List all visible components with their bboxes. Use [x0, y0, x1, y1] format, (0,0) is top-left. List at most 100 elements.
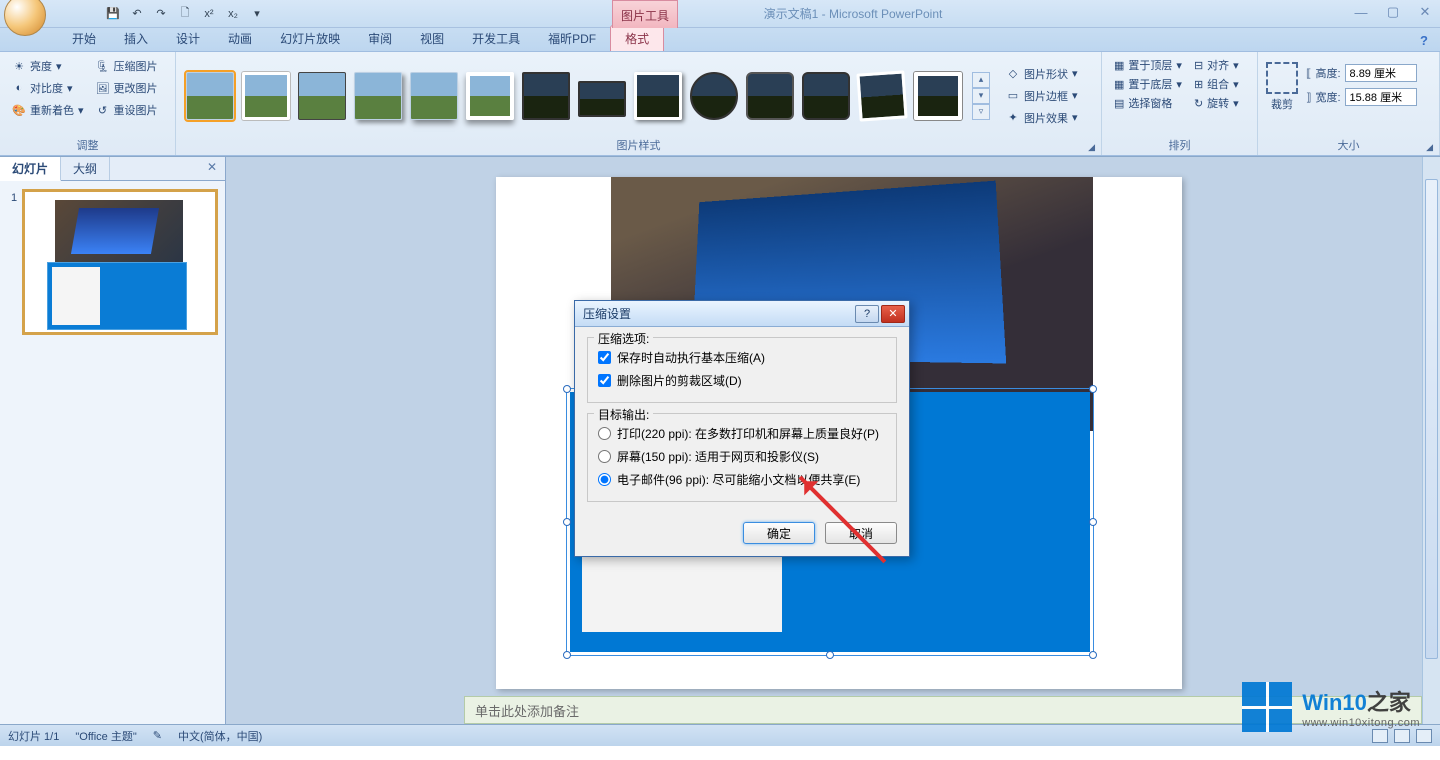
group-button[interactable]: ⊞组合 ▾: [1190, 75, 1243, 93]
picture-style-3[interactable]: [298, 72, 346, 120]
target-output-group: 目标输出: 打印(220 ppi): 在多数打印机和屏幕上质量良好(P) 屏幕(…: [587, 413, 897, 502]
picture-style-7[interactable]: [522, 72, 570, 120]
resize-handle-se[interactable]: [1089, 651, 1097, 659]
group-adjust: ☀亮度 ▾ ◐对比度 ▾ 🎨重新着色 ▾ 🗜压缩图片 🖼更改图片 ↺重设图片 调…: [0, 52, 176, 155]
tab-insert[interactable]: 插入: [110, 26, 162, 51]
picture-style-9[interactable]: [634, 72, 682, 120]
status-language[interactable]: 中文(简体，中国): [178, 728, 262, 744]
picture-style-11[interactable]: [746, 72, 794, 120]
group-arrange-label: 排列: [1110, 135, 1249, 153]
qat-undo[interactable]: ↶: [128, 5, 146, 23]
picture-style-10[interactable]: [690, 72, 738, 120]
ribbon-tabs: 开始 插入 设计 动画 幻灯片放映 审阅 视图 开发工具 福昕PDF 格式 ?: [0, 28, 1440, 52]
crop-button[interactable]: 裁剪: [1266, 62, 1298, 112]
picture-style-14[interactable]: [914, 72, 962, 120]
picture-style-5[interactable]: [410, 72, 458, 120]
height-label: 高度:: [1315, 65, 1340, 81]
screen-radio[interactable]: 屏幕(150 ppi): 适用于网页和投影仪(S): [598, 445, 886, 468]
picture-style-4[interactable]: [354, 72, 402, 120]
email-radio[interactable]: 电子邮件(96 ppi): 尽可能缩小文档以便共享(E): [598, 468, 886, 491]
slides-panel: 幻灯片 大纲 ✕ 1: [0, 157, 226, 724]
height-input[interactable]: [1345, 64, 1417, 82]
bring-to-front-button[interactable]: ▦置于顶层 ▾: [1110, 56, 1186, 74]
width-input[interactable]: [1345, 88, 1417, 106]
resize-handle-w[interactable]: [563, 518, 571, 526]
vertical-scrollbar[interactable]: [1422, 157, 1440, 724]
group-adjust-label: 调整: [8, 135, 167, 153]
panel-tabs: 幻灯片 大纲 ✕: [0, 157, 225, 181]
width-label: 宽度:: [1315, 89, 1340, 105]
reset-picture-button[interactable]: ↺重设图片: [92, 100, 162, 120]
delete-crop-checkbox[interactable]: 删除图片的剪裁区域(D): [598, 369, 886, 392]
size-launcher-icon[interactable]: ◢: [1426, 142, 1433, 153]
slide-thumbnail-1[interactable]: 1: [22, 189, 218, 335]
tab-view[interactable]: 视图: [406, 26, 458, 51]
picture-shape-button[interactable]: ◇图片形状 ▾: [1002, 64, 1082, 84]
change-picture-button[interactable]: 🖼更改图片: [92, 78, 162, 98]
picture-style-1[interactable]: [186, 72, 234, 120]
picture-style-12[interactable]: [802, 72, 850, 120]
tab-animation[interactable]: 动画: [214, 26, 266, 51]
panel-close-icon[interactable]: ✕: [199, 157, 225, 180]
resize-handle-e[interactable]: [1089, 518, 1097, 526]
picture-effects-button[interactable]: ✦图片效果 ▾: [1002, 108, 1082, 128]
help-icon[interactable]: ?: [1420, 33, 1428, 51]
tab-developer[interactable]: 开发工具: [458, 26, 534, 51]
compress-picture-button[interactable]: 🗜压缩图片: [92, 56, 162, 76]
styles-launcher-icon[interactable]: ◢: [1088, 142, 1095, 153]
compress-settings-dialog: 压缩设置 ? ✕ 压缩选项: 保存时自动执行基本压缩(A) 删除图片的剪裁区域(…: [574, 300, 910, 557]
rotate-button[interactable]: ↻旋转 ▾: [1190, 94, 1243, 112]
picture-style-8[interactable]: [578, 81, 626, 117]
resize-handle-ne[interactable]: [1089, 385, 1097, 393]
picture-style-6[interactable]: [466, 72, 514, 120]
crop-icon: [1266, 62, 1298, 94]
tab-format[interactable]: 格式: [610, 25, 664, 51]
qat-subscript[interactable]: x₂: [224, 5, 242, 23]
picture-style-13[interactable]: [856, 70, 907, 121]
maximize-button[interactable]: ▢: [1382, 4, 1404, 20]
print-radio[interactable]: 打印(220 ppi): 在多数打印机和屏幕上质量良好(P): [598, 422, 886, 445]
selection-pane-button[interactable]: ▤选择窗格: [1110, 94, 1186, 112]
compress-options-group: 压缩选项: 保存时自动执行基本压缩(A) 删除图片的剪裁区域(D): [587, 337, 897, 403]
styles-gallery-scroll[interactable]: ▴▾▿: [972, 72, 990, 120]
watermark-logo-icon: [1242, 682, 1292, 732]
resize-handle-sw[interactable]: [563, 651, 571, 659]
send-to-back-button[interactable]: ▦置于底层 ▾: [1110, 75, 1186, 93]
resize-handle-nw[interactable]: [563, 385, 571, 393]
ok-button[interactable]: 确定: [743, 522, 815, 544]
status-slide-count: 幻灯片 1/1: [8, 728, 59, 744]
qat-redo[interactable]: ↷: [152, 5, 170, 23]
tab-foxit-pdf[interactable]: 福昕PDF: [534, 26, 610, 51]
dialog-close-button[interactable]: ✕: [881, 305, 905, 323]
minimize-button[interactable]: —: [1350, 4, 1372, 20]
tab-review[interactable]: 审阅: [354, 26, 406, 51]
tab-slideshow[interactable]: 幻灯片放映: [266, 26, 354, 51]
dialog-titlebar[interactable]: 压缩设置 ? ✕: [575, 301, 909, 327]
titlebar: 💾 ↶ ↷ 🗋 x² x₂ ▾ 演示文稿1 - Microsoft PowerP…: [0, 0, 1440, 28]
qat-more[interactable]: ▾: [248, 5, 266, 23]
tab-outline[interactable]: 大纲: [61, 157, 110, 180]
qat-new[interactable]: 🗋: [176, 5, 194, 23]
qat-save[interactable]: 💾: [104, 5, 122, 23]
tab-design[interactable]: 设计: [162, 26, 214, 51]
close-button[interactable]: ✕: [1414, 4, 1436, 20]
align-button[interactable]: ⊟对齐 ▾: [1190, 56, 1243, 74]
tab-slides[interactable]: 幻灯片: [0, 157, 61, 181]
recolor-button[interactable]: 🎨重新着色 ▾: [8, 100, 88, 120]
target-output-legend: 目标输出:: [594, 406, 653, 423]
picture-border-button[interactable]: ▭图片边框 ▾: [1002, 86, 1082, 106]
tab-home[interactable]: 开始: [58, 26, 110, 51]
auto-compress-checkbox[interactable]: 保存时自动执行基本压缩(A): [598, 346, 886, 369]
resize-handle-s[interactable]: [826, 651, 834, 659]
quick-access-toolbar: 💾 ↶ ↷ 🗋 x² x₂ ▾: [104, 5, 266, 23]
qat-superscript[interactable]: x²: [200, 5, 218, 23]
dialog-help-button[interactable]: ?: [855, 305, 879, 323]
picture-style-2[interactable]: [242, 72, 290, 120]
window-controls: — ▢ ✕: [1350, 4, 1436, 20]
group-styles-label: 图片样式◢: [184, 135, 1093, 153]
contrast-button[interactable]: ◐对比度 ▾: [8, 78, 88, 98]
brightness-button[interactable]: ☀亮度 ▾: [8, 56, 88, 76]
dialog-title: 压缩设置: [583, 305, 855, 322]
spellcheck-icon[interactable]: ✎: [153, 729, 162, 742]
watermark: Win10之家 www.win10xitong.com: [1242, 682, 1420, 732]
